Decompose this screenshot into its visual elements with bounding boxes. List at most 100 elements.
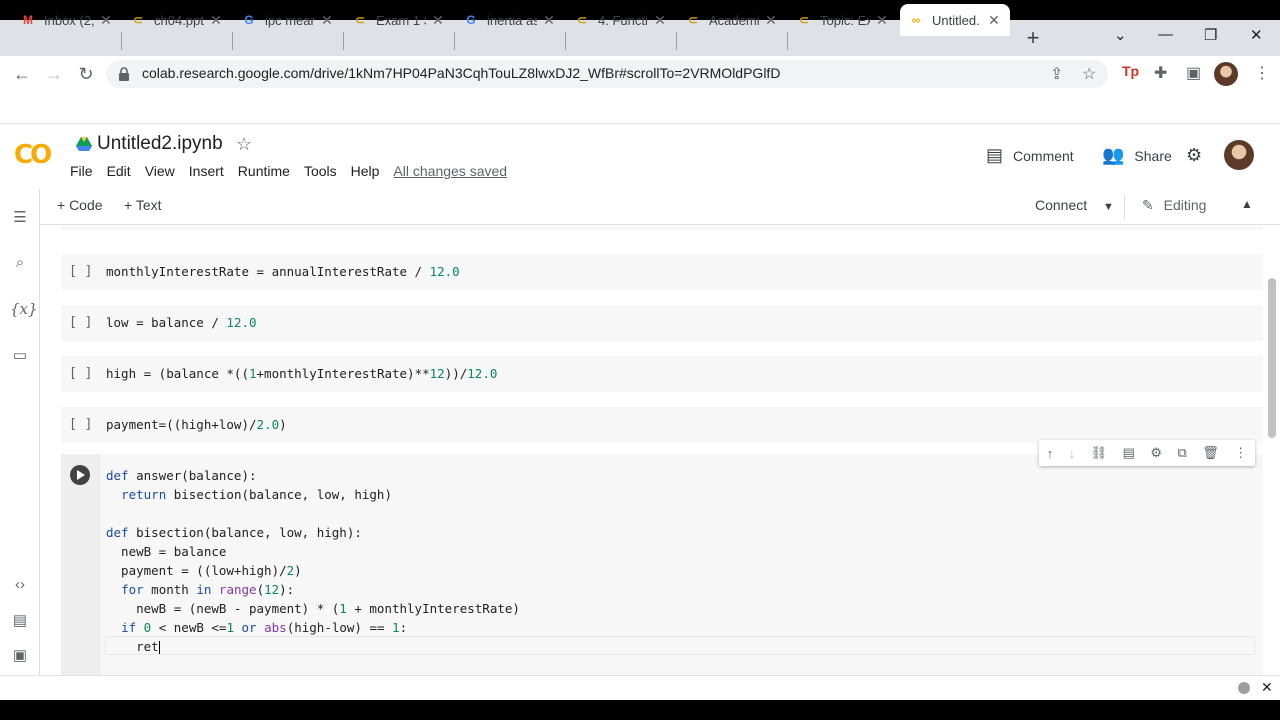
- account-avatar[interactable]: [1224, 140, 1254, 170]
- notebook-scrollbar[interactable]: [1268, 278, 1276, 438]
- comment-icon: ▤: [986, 145, 1004, 165]
- bookmark-star-icon[interactable]: ☆: [1082, 64, 1096, 84]
- bottom-status-bar: [0, 675, 1280, 700]
- extension-tp-icon[interactable]: Tp: [1122, 63, 1139, 79]
- cell-settings-icon[interactable]: ⚙: [1150, 445, 1162, 461]
- close-window-icon[interactable]: ✕: [1250, 26, 1263, 44]
- close-tab-icon[interactable]: ✕: [319, 12, 335, 29]
- tab-separator: [565, 32, 566, 50]
- code-line: high = (balance *((1+monthlyInterestRate…: [106, 366, 498, 381]
- settings-gear-icon[interactable]: ⚙: [1186, 145, 1202, 166]
- url-text[interactable]: colab.research.google.com/drive/1kNm7HP0…: [142, 65, 780, 81]
- table-of-contents-icon[interactable]: ☰: [10, 208, 30, 226]
- menu-tools[interactable]: Tools: [304, 163, 337, 179]
- code-snippets-icon[interactable]: ‹›: [10, 576, 30, 593]
- save-status[interactable]: All changes saved: [393, 163, 507, 179]
- star-notebook-icon[interactable]: ☆: [236, 134, 252, 155]
- terminal-icon[interactable]: ▣: [10, 646, 30, 664]
- menu-file[interactable]: File: [70, 163, 93, 179]
- code-cell-partial[interactable]: [61, 226, 1263, 230]
- browser-tab[interactable]: Gipc mean ✕: [233, 4, 343, 36]
- comment-button[interactable]: ▤ Comment: [986, 145, 1074, 166]
- code-cell[interactable]: [ ] high = (balance *((1+monthlyInterest…: [61, 356, 1263, 392]
- browser-tab[interactable]: Ginertia as ✕: [455, 4, 565, 36]
- variables-icon[interactable]: {x}: [10, 300, 38, 318]
- browser-tab[interactable]: ⊂ Topic: Ex ✕: [788, 4, 898, 36]
- close-tab-icon[interactable]: ✕: [986, 12, 1002, 29]
- link-icon[interactable]: ⛓: [1091, 445, 1108, 461]
- menu-edit[interactable]: Edit: [107, 163, 131, 179]
- close-tab-icon[interactable]: ✕: [98, 12, 114, 29]
- cell-code[interactable]: high = (balance *((1+monthlyInterestRate…: [106, 366, 497, 381]
- add-code-button[interactable]: + Code: [57, 197, 103, 213]
- run-cell-button[interactable]: [70, 465, 90, 485]
- cell-bracket[interactable]: [ ]: [69, 417, 92, 432]
- close-tab-icon[interactable]: ✕: [430, 12, 446, 29]
- move-up-icon[interactable]: ↑: [1047, 446, 1054, 461]
- cell-bracket[interactable]: [ ]: [69, 264, 92, 279]
- browser-tab[interactable]: ⊂ 4. Functi ✕: [566, 4, 676, 36]
- add-text-button[interactable]: + Text: [124, 197, 162, 213]
- editing-mode-button[interactable]: ✎ Editing: [1142, 197, 1206, 214]
- restore-icon[interactable]: ❐: [1204, 26, 1217, 44]
- menu-help[interactable]: Help: [351, 163, 380, 179]
- close-status-icon[interactable]: ✕: [1261, 679, 1273, 696]
- tab-label: Inbox (2,: [44, 12, 94, 28]
- close-tab-icon[interactable]: ✕: [874, 12, 890, 29]
- notebook-title[interactable]: Untitled2.ipynb: [97, 133, 223, 155]
- browser-menu-icon[interactable]: ⋮: [1254, 63, 1270, 83]
- cell-code[interactable]: monthlyInterestRate = annualInterestRate…: [106, 264, 460, 279]
- code-line: monthlyInterestRate = annualInterestRate…: [106, 264, 460, 279]
- code-cell[interactable]: [ ] low = balance / 12.0: [61, 305, 1263, 341]
- menu-runtime[interactable]: Runtime: [238, 163, 290, 179]
- cell-bracket[interactable]: [ ]: [69, 315, 92, 330]
- academic-icon: ⊂: [132, 13, 144, 27]
- code-cell[interactable]: [ ] monthlyInterestRate = annualInterest…: [61, 254, 1263, 290]
- cell-code[interactable]: low = balance / 12.0: [106, 315, 257, 330]
- mirror-cell-icon[interactable]: ⧉: [1177, 445, 1186, 461]
- close-tab-icon[interactable]: ✕: [763, 12, 779, 29]
- browser-tab[interactable]: ⊂ Exam 1 S✕: [344, 4, 454, 36]
- colab-logo[interactable]: CO: [14, 140, 52, 170]
- forward-icon[interactable]: →: [42, 62, 66, 86]
- menu-insert[interactable]: Insert: [189, 163, 224, 179]
- code-cell[interactable]: [ ] payment=((high+low)/2.0): [61, 407, 1263, 443]
- browser-tab[interactable]: ⊂ Academi ✕: [677, 4, 787, 36]
- tab-search-icon[interactable]: ⌄: [1114, 26, 1127, 44]
- share-page-icon[interactable]: ⇪: [1050, 64, 1063, 84]
- command-palette-icon[interactable]: ▤: [10, 611, 30, 629]
- cell-code[interactable]: payment=((high+low)/2.0): [106, 417, 287, 432]
- side-panel-icon[interactable]: ▣: [1186, 63, 1201, 83]
- close-tab-icon[interactable]: ✕: [541, 12, 557, 29]
- minimize-icon[interactable]: —: [1158, 26, 1173, 43]
- files-folder-icon[interactable]: ▭: [10, 346, 30, 364]
- menu-view[interactable]: View: [145, 163, 175, 179]
- reload-icon[interactable]: ↻: [74, 62, 98, 86]
- move-down-icon[interactable]: ↓: [1069, 446, 1076, 461]
- extensions-puzzle-icon[interactable]: ✚: [1154, 63, 1167, 83]
- code-line: for month in range(12):: [121, 582, 295, 597]
- more-options-icon[interactable]: ⋮: [1234, 445, 1247, 461]
- browser-tab[interactable]: M Inbox (2, ✕: [12, 4, 122, 36]
- share-button[interactable]: 👥 Share: [1102, 145, 1172, 166]
- new-tab-icon[interactable]: +: [1022, 27, 1044, 49]
- google-icon: G: [466, 13, 476, 27]
- delete-cell-icon[interactable]: 🗑: [1202, 445, 1219, 461]
- connect-button[interactable]: Connect ▼: [1035, 197, 1114, 213]
- search-icon[interactable]: ⌕: [10, 254, 30, 271]
- back-icon[interactable]: ←: [10, 62, 34, 86]
- screen: MInbox (2,✕⊂ch04.ppt✕Gipc mean✕⊂Exam 1 S…: [0, 0, 1280, 720]
- tab-label: 4. Functi: [598, 12, 648, 28]
- tab-separator: [121, 32, 122, 50]
- close-tab-icon[interactable]: ✕: [208, 12, 224, 29]
- google-icon: G: [244, 13, 254, 27]
- comment-cell-icon[interactable]: ▤: [1123, 445, 1135, 461]
- collapse-header-icon[interactable]: ▲: [1241, 197, 1253, 211]
- close-tab-icon[interactable]: ✕: [652, 12, 668, 29]
- browser-tab[interactable]: ⊂ ch04.ppt ✕: [122, 4, 232, 36]
- browser-tab[interactable]: ∞ Untitled. ✕: [900, 4, 1010, 36]
- browser-profile-avatar[interactable]: [1214, 62, 1238, 86]
- cell-bracket[interactable]: [ ]: [69, 366, 92, 381]
- cell-editor[interactable]: def answer(balance): return bisection(ba…: [106, 466, 520, 656]
